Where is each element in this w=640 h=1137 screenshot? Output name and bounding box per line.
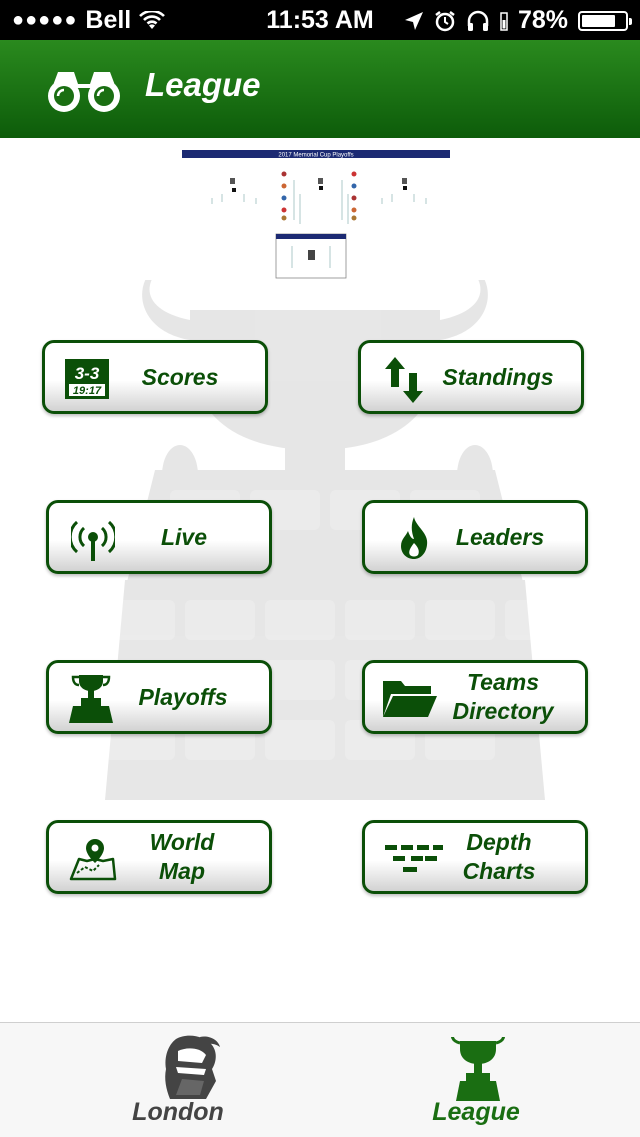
world-map-line2: Map xyxy=(159,858,205,884)
broadcast-icon xyxy=(71,520,115,561)
knight-helmet-icon xyxy=(165,1035,220,1099)
binoculars-icon xyxy=(48,72,120,112)
standings-label: Standings xyxy=(442,363,554,390)
up-down-arrows-icon xyxy=(385,357,423,403)
folder-icon xyxy=(383,681,437,717)
depth-charts-label: Depth Charts xyxy=(445,823,553,891)
teams-directory-button[interactable]: Teams Directory xyxy=(362,660,588,734)
map-pin-icon xyxy=(69,839,117,881)
teams-directory-line1: Teams xyxy=(466,669,540,695)
alarm-clock-icon xyxy=(435,10,455,31)
world-map-line1: World xyxy=(149,829,215,855)
teams-directory-label: Teams Directory xyxy=(439,663,567,731)
flame-icon xyxy=(401,517,428,559)
trophy-icon xyxy=(69,675,113,723)
playoff-bracket-image[interactable]: 2017 Memorial Cup Playoffs xyxy=(182,150,450,280)
tab-bar: London League xyxy=(0,1022,640,1137)
depth-charts-line1: Depth xyxy=(466,829,532,855)
playoffs-button[interactable]: Playoffs xyxy=(46,660,272,734)
live-label: Live xyxy=(160,523,208,550)
scores-label: Scores xyxy=(141,363,219,390)
world-map-label: World Map xyxy=(125,823,239,891)
tab-league[interactable]: League xyxy=(376,1023,576,1137)
battery-small-icon xyxy=(500,11,508,31)
scores-button[interactable]: 3-3 19:17 Scores xyxy=(42,340,268,414)
playoffs-label: Playoffs xyxy=(138,683,228,710)
tab-london-label: London xyxy=(132,1098,224,1126)
live-button[interactable]: Live xyxy=(46,500,272,574)
battery-icon xyxy=(578,10,632,31)
leaders-button[interactable]: Leaders xyxy=(362,500,588,574)
teams-directory-line2: Directory xyxy=(452,698,554,724)
tab-league-label: League xyxy=(432,1098,520,1126)
bracket-caption: 2017 Memorial Cup Playoffs xyxy=(278,153,353,159)
location-arrow-icon xyxy=(404,11,423,30)
clock-text: 19:17 xyxy=(73,385,102,397)
score-text: 3-3 xyxy=(75,364,100,383)
page-title: League xyxy=(145,66,261,103)
world-map-button[interactable]: World Map xyxy=(46,820,272,894)
app-header: League xyxy=(0,40,640,138)
depth-charts-line2: Charts xyxy=(462,858,536,884)
leaders-label: Leaders xyxy=(455,523,545,550)
trophy-icon xyxy=(451,1037,505,1101)
standings-button[interactable]: Standings xyxy=(358,340,584,414)
depth-chart-icon xyxy=(385,845,443,872)
tab-london[interactable]: London xyxy=(78,1023,278,1137)
battery-percent: 78% xyxy=(517,6,568,34)
headphones-icon xyxy=(467,10,489,31)
status-bar: ●●●●● Bell 11:53 AM 78% xyxy=(0,0,640,40)
scoreboard-icon: 3-3 19:17 xyxy=(65,359,109,399)
depth-charts-button[interactable]: Depth Charts xyxy=(362,820,588,894)
